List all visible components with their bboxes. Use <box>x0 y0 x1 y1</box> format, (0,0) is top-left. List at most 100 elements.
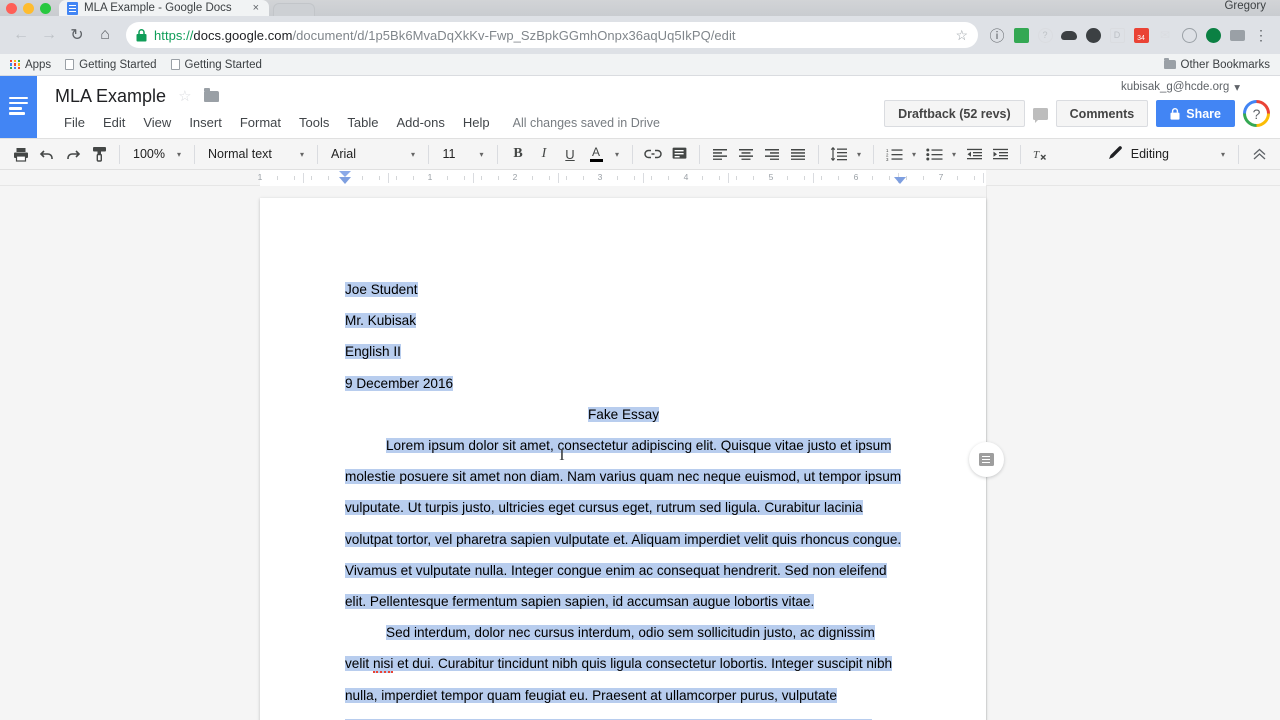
text-color-letter: A <box>591 144 600 159</box>
move-to-folder-icon[interactable] <box>203 88 219 102</box>
ruler-number-7: 7 <box>938 172 944 182</box>
menu-format[interactable]: Format <box>231 112 290 133</box>
bookmark-getting-started-2[interactable]: Getting Started <box>170 59 262 71</box>
add-comment-button[interactable] <box>969 442 1004 477</box>
right-indent-marker[interactable] <box>894 177 906 184</box>
link-icon[interactable] <box>640 141 666 167</box>
menu-add-ons[interactable]: Add-ons <box>387 112 453 133</box>
menu-edit[interactable]: Edit <box>94 112 134 133</box>
underline-button[interactable]: U <box>557 141 583 167</box>
close-window-button[interactable] <box>6 3 17 14</box>
chevron-down-icon[interactable]: ▾ <box>1234 80 1240 94</box>
increase-indent-icon[interactable] <box>987 141 1013 167</box>
numbered-list-icon[interactable]: 123 <box>881 141 907 167</box>
bold-button[interactable]: B <box>505 141 531 167</box>
address-bar[interactable]: https://docs.google.com/document/d/1p5Bk… <box>126 22 978 48</box>
ruler[interactable]: 1 1 2 3 4 5 6 7 <box>0 170 1280 186</box>
forward-icon[interactable]: → <box>36 22 62 48</box>
profile-name[interactable]: Gregory <box>1224 0 1266 12</box>
faded-extension-icon[interactable]: ✉ <box>1154 24 1176 46</box>
glasses-extension-icon[interactable] <box>1058 24 1080 46</box>
bookmark-getting-started-1[interactable]: Getting Started <box>65 59 157 71</box>
comment-bubble-icon[interactable] <box>1032 107 1048 123</box>
back-icon[interactable]: ← <box>8 22 34 48</box>
dictionary-extension-icon[interactable]: D <box>1106 24 1128 46</box>
clock-extension-icon[interactable] <box>1178 24 1200 46</box>
doc-line-date: 9 December 2016 <box>345 368 902 399</box>
left-indent-marker[interactable] <box>339 177 351 184</box>
misspelled-word: nisi <box>372 656 394 674</box>
numbered-list-chevron-down-icon[interactable]: ▾ <box>907 141 921 167</box>
circle-extension-icon[interactable] <box>1082 24 1104 46</box>
paragraph-style-select[interactable]: Normal text ▾ <box>202 142 310 166</box>
menu-view[interactable]: View <box>134 112 180 133</box>
color-extension-icon[interactable] <box>1202 24 1224 46</box>
minimize-window-button[interactable] <box>23 3 34 14</box>
font-family-select[interactable]: Arial ▾ <box>325 142 421 166</box>
editing-mode-select[interactable]: Editing ▾ <box>1102 145 1231 163</box>
print-icon[interactable] <box>8 141 34 167</box>
menu-table[interactable]: Table <box>338 112 387 133</box>
document-body[interactable]: Joe Student Mr. Kubisak English II 9 Dec… <box>345 274 902 720</box>
camera-extension-icon[interactable] <box>1226 24 1248 46</box>
calendar-extension-icon[interactable]: 34 <box>1130 24 1152 46</box>
font-size-select[interactable]: 11 ▾ <box>436 142 490 166</box>
collapse-toolbar-icon[interactable] <box>1246 141 1272 167</box>
home-icon[interactable]: ⌂ <box>92 22 118 48</box>
bookmark-apps[interactable]: Apps <box>10 59 51 71</box>
bulleted-list-chevron-down-icon[interactable]: ▾ <box>947 141 961 167</box>
maximize-window-button[interactable] <box>40 3 51 14</box>
menu-insert[interactable]: Insert <box>180 112 231 133</box>
google-docs-logo[interactable] <box>0 76 37 138</box>
share-button[interactable]: Share <box>1156 100 1235 127</box>
align-center-icon[interactable] <box>733 141 759 167</box>
help-extension-icon[interactable]: ? <box>1034 24 1056 46</box>
bookmark-star-icon[interactable]: ☆ <box>955 27 968 44</box>
document-page[interactable]: Joe Student Mr. Kubisak English II 9 Dec… <box>260 198 986 720</box>
comments-button[interactable]: Comments <box>1055 100 1149 127</box>
text-cursor-icon: I <box>559 445 565 464</box>
other-bookmarks-button[interactable]: Other Bookmarks <box>1163 58 1270 71</box>
document-title[interactable]: MLA Example <box>55 86 166 107</box>
decrease-indent-icon[interactable] <box>961 141 987 167</box>
folder-icon <box>1163 58 1176 69</box>
browser-tab-mla-example[interactable]: MLA Example - Google Docs × <box>59 0 269 16</box>
star-icon[interactable]: ☆ <box>178 87 191 105</box>
window-traffic-lights[interactable] <box>6 3 51 16</box>
url-scheme: https:// <box>154 27 194 43</box>
zoom-select[interactable]: 100% ▾ <box>127 142 187 166</box>
text-color-button[interactable]: A <box>583 141 609 167</box>
share-button-label: Share <box>1186 106 1221 121</box>
toolbar-right: Editing ▾ <box>1102 141 1272 167</box>
line-spacing-chevron-down-icon[interactable]: ▾ <box>852 141 866 167</box>
contact-extension-icon[interactable] <box>1010 24 1032 46</box>
redo-icon[interactable] <box>60 141 86 167</box>
line-spacing-icon[interactable] <box>826 141 852 167</box>
align-left-icon[interactable] <box>707 141 733 167</box>
chrome-menu-icon[interactable]: ⋮ <box>1250 24 1272 46</box>
menu-tools[interactable]: Tools <box>290 112 338 133</box>
italic-button[interactable]: I <box>531 141 557 167</box>
toolbar-divider <box>497 144 498 164</box>
paint-format-icon[interactable] <box>86 141 112 167</box>
doc-paragraph-2: Sed interdum, dolor nec cursus interdum,… <box>345 617 902 720</box>
close-icon[interactable]: × <box>253 2 259 14</box>
toolbar-divider <box>1238 144 1239 164</box>
help-button[interactable]: ? <box>1243 100 1270 127</box>
undo-icon[interactable] <box>34 141 60 167</box>
url-text: https://docs.google.com/document/d/1p5Bk… <box>154 28 948 43</box>
clear-formatting-icon[interactable]: T <box>1028 141 1054 167</box>
align-justify-icon[interactable] <box>785 141 811 167</box>
account-email[interactable]: kubisak_g@hcde.org ▾ <box>1121 80 1270 94</box>
reload-icon[interactable]: ↻ <box>64 22 90 48</box>
new-tab-button[interactable] <box>273 3 315 16</box>
insert-comment-icon[interactable] <box>666 141 692 167</box>
menu-file[interactable]: File <box>55 112 94 133</box>
info-icon[interactable]: ⓘ <box>986 24 1008 46</box>
draftback-button[interactable]: Draftback (52 revs) <box>884 100 1025 127</box>
document-canvas[interactable]: Joe Student Mr. Kubisak English II 9 Dec… <box>0 186 1280 720</box>
bulleted-list-icon[interactable] <box>921 141 947 167</box>
align-right-icon[interactable] <box>759 141 785 167</box>
text-color-chevron-down-icon[interactable]: ▾ <box>609 141 625 167</box>
menu-help[interactable]: Help <box>454 112 499 133</box>
